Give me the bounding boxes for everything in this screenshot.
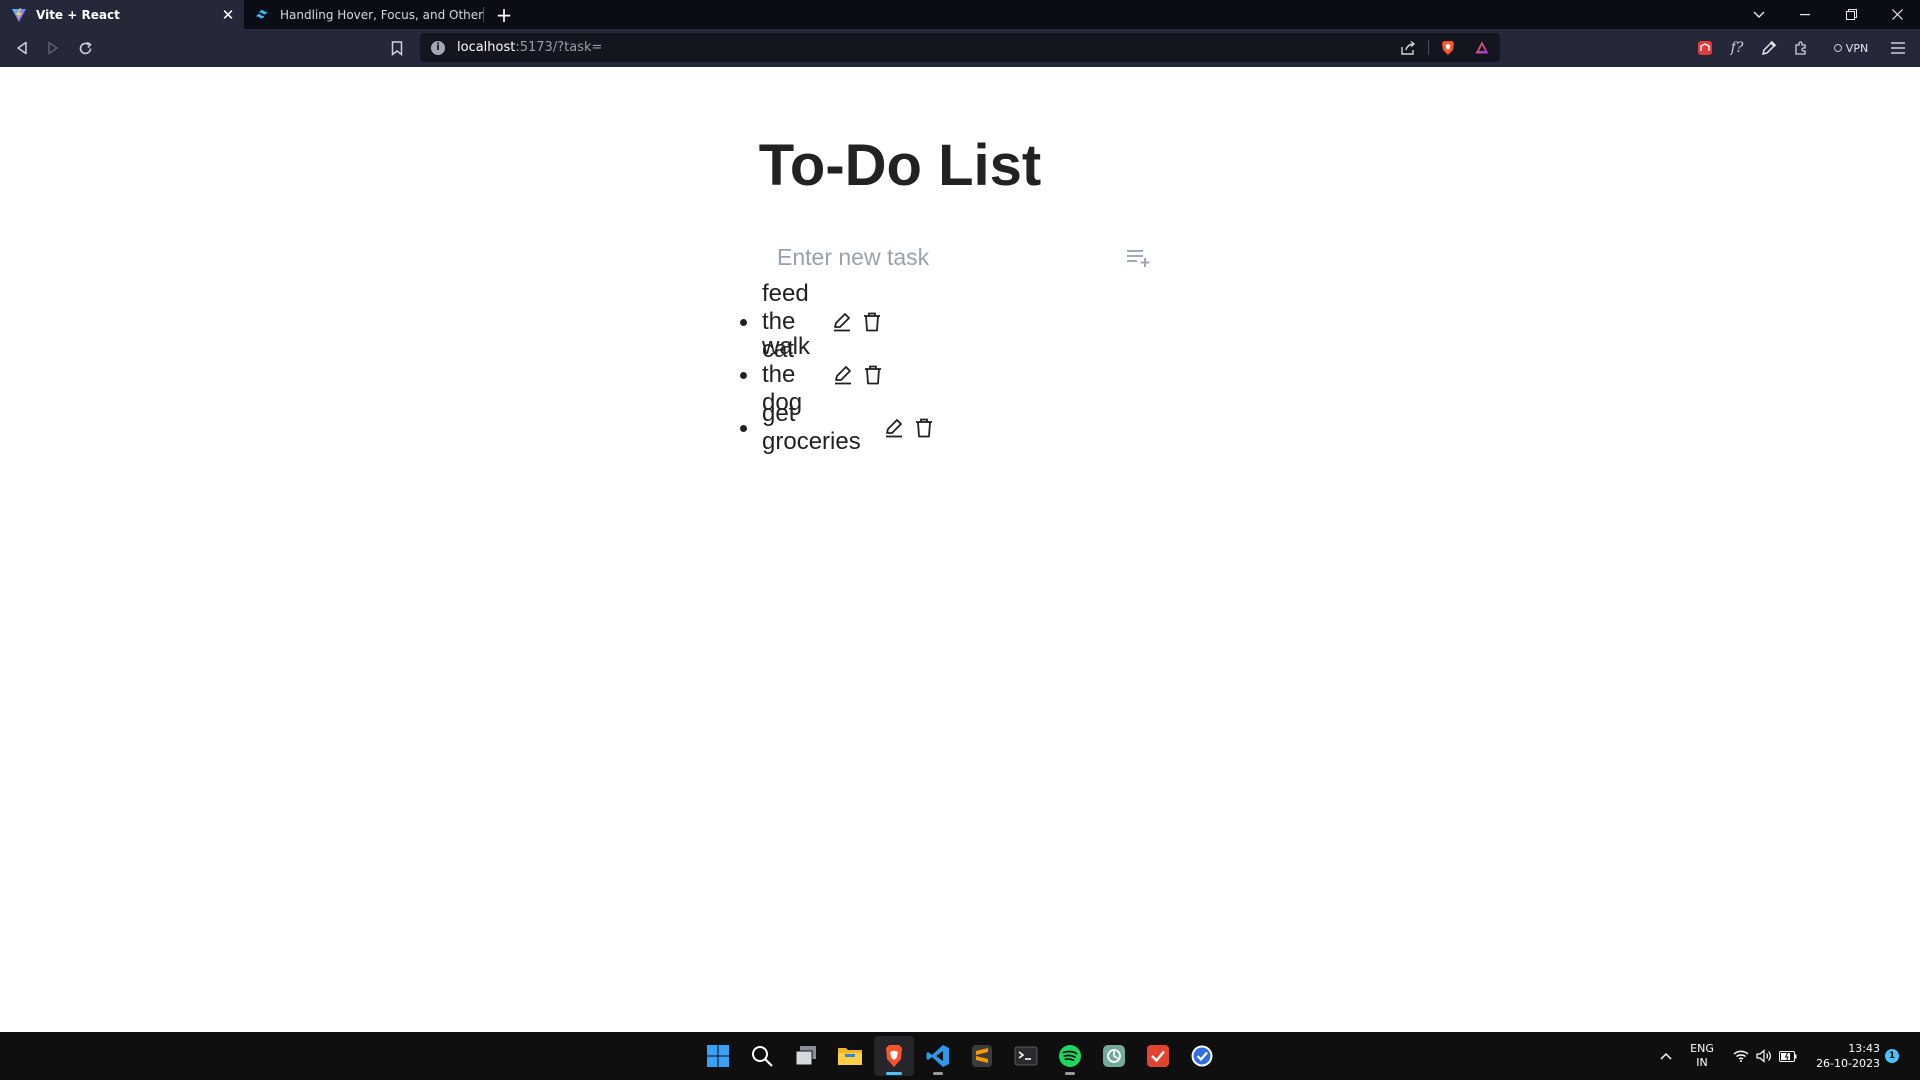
pencil-icon <box>885 419 902 438</box>
sublime-text-icon[interactable] <box>962 1036 1002 1076</box>
tab-title: Vite + React <box>36 7 120 22</box>
clock-date: 26-10-2023 <box>1816 1057 1880 1070</box>
task-item: get groceries <box>740 400 935 455</box>
task-item: walk the dog <box>740 333 884 416</box>
url-path: :5173/?task= <box>515 40 603 55</box>
page-title: To-Do List <box>758 133 1042 198</box>
address-bar[interactable]: i localhost:5173/?task= <box>420 33 1500 62</box>
browser-toolbar: i localhost:5173/?task= f? VPN <box>0 29 1920 67</box>
tab-vite-react[interactable]: Vite + React ✕ <box>0 0 244 29</box>
brave-rewards-icon[interactable] <box>1470 33 1494 62</box>
pencil-icon <box>835 366 852 385</box>
file-explorer-icon[interactable] <box>830 1036 870 1076</box>
bullet <box>740 372 747 379</box>
windows-start-icon[interactable] <box>698 1036 738 1076</box>
reload-icon[interactable] <box>73 36 97 60</box>
task-text: get groceries <box>762 400 861 455</box>
tab-divider <box>483 7 484 22</box>
todoist-icon[interactable] <box>1138 1036 1178 1076</box>
show-hidden-icons-chevron-icon[interactable] <box>1655 1032 1677 1080</box>
trash-icon <box>915 418 932 438</box>
running-indicator <box>1065 1072 1075 1075</box>
volume-icon[interactable] <box>1753 1032 1775 1080</box>
browser-tab-strip: Vite + React ✕ Handling Hover, Focus, an… <box>0 0 1920 29</box>
terminal-icon[interactable] <box>1006 1036 1046 1076</box>
extensions-puzzle-icon[interactable] <box>1789 36 1813 60</box>
vpn-label: VPN <box>1845 41 1869 55</box>
delete-task-button[interactable] <box>913 416 935 440</box>
minimize-icon[interactable] <box>1782 0 1828 29</box>
bullet <box>740 425 747 432</box>
delete-task-button[interactable] <box>862 363 884 387</box>
edit-task-button[interactable] <box>832 363 854 387</box>
site-info-icon[interactable]: i <box>431 40 445 55</box>
language-indicator[interactable]: ENG IN <box>1688 1042 1716 1070</box>
tab-search-chevron-icon[interactable] <box>1736 0 1782 29</box>
delete-task-button[interactable] <box>861 310 883 334</box>
playlist-add-icon <box>1127 250 1150 267</box>
add-task-button[interactable] <box>1124 243 1154 273</box>
url-text: localhost:5173/?task= <box>457 40 602 55</box>
pencil-icon <box>833 313 850 332</box>
battery-icon[interactable] <box>1777 1032 1799 1080</box>
brave-icon <box>886 1045 902 1067</box>
url-divider <box>1428 40 1429 55</box>
forward-icon[interactable] <box>41 36 65 60</box>
notification-badge[interactable]: 1 <box>1885 1049 1899 1063</box>
restore-icon[interactable] <box>1828 0 1874 29</box>
brave-browser-app[interactable] <box>874 1036 914 1076</box>
windows-taskbar: ENG IN 13:43 26-10-2023 1 <box>0 1032 1920 1080</box>
brave-shields-icon[interactable] <box>1436 33 1460 62</box>
new-task-input[interactable] <box>764 235 1124 279</box>
vpn-button[interactable]: VPN <box>1826 37 1876 59</box>
running-indicator <box>886 1072 902 1075</box>
close-tab-icon[interactable]: ✕ <box>218 5 238 25</box>
clock-app-icon[interactable] <box>1182 1036 1222 1076</box>
vite-icon <box>11 7 27 23</box>
vpn-status-icon <box>1833 44 1842 52</box>
running-indicator <box>933 1072 943 1075</box>
new-tab-button[interactable]: + <box>492 3 516 27</box>
edit-task-button[interactable] <box>831 310 853 334</box>
page-content: To-Do List feed the cat walk the dog <box>0 67 1920 1032</box>
chatgpt-icon[interactable] <box>1094 1036 1134 1076</box>
bookmark-icon[interactable] <box>385 36 409 60</box>
trash-icon <box>865 365 882 385</box>
bullet <box>740 319 747 326</box>
tab-tailwind-docs[interactable]: Handling Hover, Focus, and Other States <box>244 0 484 29</box>
clock-time: 13:43 <box>1848 1042 1880 1055</box>
trash-icon <box>863 312 880 332</box>
tab-title: Handling Hover, Focus, and Other States <box>280 7 484 22</box>
search-icon[interactable] <box>742 1036 782 1076</box>
language-code: ENG <box>1690 1042 1714 1055</box>
tailwind-icon <box>255 7 271 23</box>
extension-red-icon[interactable] <box>1693 36 1717 60</box>
spotify-icon[interactable] <box>1050 1036 1090 1076</box>
formula-extension-icon[interactable]: f? <box>1725 36 1749 60</box>
vscode-icon[interactable] <box>918 1036 958 1076</box>
taskbar-clock[interactable]: 13:43 26-10-2023 <box>1800 1041 1880 1071</box>
share-icon[interactable] <box>1396 33 1420 62</box>
wifi-icon[interactable] <box>1730 1032 1752 1080</box>
edit-task-button[interactable] <box>883 416 905 440</box>
url-host: localhost <box>457 40 516 55</box>
close-window-icon[interactable] <box>1874 0 1920 29</box>
region-code: IN <box>1696 1056 1708 1069</box>
back-icon[interactable] <box>10 36 34 60</box>
menu-hamburger-icon[interactable] <box>1886 36 1910 60</box>
color-picker-icon[interactable] <box>1757 36 1781 60</box>
task-view-icon[interactable] <box>786 1036 826 1076</box>
